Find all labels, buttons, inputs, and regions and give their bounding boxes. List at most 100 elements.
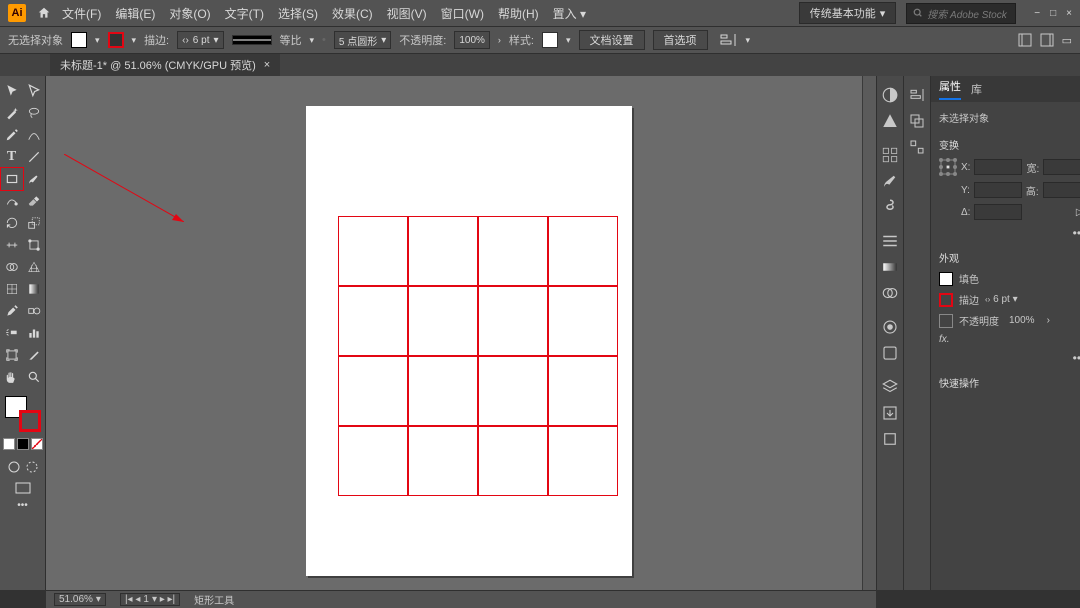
color-mode-gradient-icon[interactable] — [17, 438, 29, 450]
align-panel-icon[interactable] — [904, 82, 930, 108]
symbol-sprayer-tool-icon[interactable] — [1, 322, 23, 344]
menu-help[interactable]: 帮助(H) — [498, 5, 539, 22]
search-input[interactable]: 搜索 Adobe Stock — [906, 3, 1016, 24]
align-icon[interactable] — [720, 33, 738, 47]
color-mode-color-icon[interactable] — [3, 438, 15, 450]
fill-swatch[interactable] — [71, 32, 87, 48]
menu-file[interactable]: 文件(F) — [62, 5, 101, 22]
appearance-more-icon[interactable]: ••• — [1073, 351, 1080, 365]
menu-edit[interactable]: 编辑(E) — [115, 5, 155, 22]
appearance-fill-swatch[interactable] — [939, 272, 953, 286]
angle-input[interactable] — [974, 204, 1022, 220]
appearance-stroke-input[interactable]: ‹› 6 pt ▾ — [985, 294, 1039, 305]
eyedropper-tool-icon[interactable] — [1, 300, 23, 322]
brushes-panel-icon[interactable] — [877, 168, 903, 194]
h-input[interactable] — [1043, 182, 1080, 198]
symbols-panel-icon[interactable] — [877, 194, 903, 220]
color-guide-panel-icon[interactable] — [877, 108, 903, 134]
color-mode-none-icon[interactable] — [31, 438, 43, 450]
magic-wand-tool-icon[interactable] — [1, 102, 23, 124]
width-tool-icon[interactable] — [1, 234, 23, 256]
shape-builder-tool-icon[interactable] — [1, 256, 23, 278]
close-icon[interactable]: × — [1066, 8, 1072, 19]
fill-stroke-swatch[interactable] — [5, 396, 41, 432]
red-grid-artwork[interactable] — [338, 216, 618, 496]
x-input[interactable] — [974, 159, 1022, 175]
menu-window[interactable]: 窗口(W) — [441, 5, 484, 22]
free-transform-tool-icon[interactable] — [23, 234, 45, 256]
draw-normal-icon[interactable] — [7, 460, 21, 474]
chevron-right-icon[interactable]: › — [1047, 315, 1050, 326]
options-menu-icon[interactable]: ▭ — [1062, 34, 1072, 47]
stepper-icon[interactable]: ‹› — [182, 35, 189, 46]
corner-profile-input[interactable]: 5 点圆形▾ — [334, 31, 391, 49]
hand-tool-icon[interactable] — [1, 366, 23, 388]
chevron-down-icon[interactable]: ▾ — [566, 35, 571, 46]
stroke-profile-preview[interactable] — [232, 35, 272, 45]
appearance-opacity-swatch[interactable] — [939, 314, 953, 328]
home-icon[interactable] — [36, 5, 52, 21]
blend-tool-icon[interactable] — [23, 300, 45, 322]
chevron-down-icon[interactable]: ▾ — [746, 35, 751, 46]
menu-select[interactable]: 选择(S) — [278, 5, 318, 22]
line-segment-tool-icon[interactable] — [23, 146, 45, 168]
slice-tool-icon[interactable] — [23, 344, 45, 366]
flip-h-icon[interactable]: ▷◁ — [1076, 207, 1080, 218]
chevron-down-icon[interactable]: ▾ — [310, 35, 315, 46]
maximize-icon[interactable]: □ — [1050, 8, 1056, 19]
tab-libraries[interactable]: 库 — [971, 81, 982, 97]
column-graph-tool-icon[interactable] — [23, 322, 45, 344]
screen-mode-icon[interactable] — [15, 482, 31, 494]
tab-close-icon[interactable]: × — [264, 59, 270, 71]
asset-export-panel-icon[interactable] — [877, 400, 903, 426]
tab-properties[interactable]: 属性 — [939, 78, 961, 100]
menu-object[interactable]: 对象(O) — [169, 5, 210, 22]
selection-tool-icon[interactable] — [1, 80, 23, 102]
direct-selection-tool-icon[interactable] — [23, 80, 45, 102]
y-input[interactable] — [974, 182, 1022, 198]
perspective-grid-tool-icon[interactable] — [23, 256, 45, 278]
draw-behind-icon[interactable] — [25, 460, 39, 474]
rotate-tool-icon[interactable] — [1, 212, 23, 234]
color-panel-icon[interactable] — [877, 82, 903, 108]
gradient-panel-icon[interactable] — [877, 254, 903, 280]
transform-more-icon[interactable]: ••• — [1073, 226, 1080, 240]
minimize-icon[interactable]: − — [1034, 8, 1040, 19]
type-tool-icon[interactable]: T — [1, 146, 23, 168]
chevron-down-icon[interactable]: ▾ — [213, 35, 218, 46]
reference-point-icon[interactable] — [939, 158, 957, 176]
zoom-tool-icon[interactable] — [23, 366, 45, 388]
menu-text[interactable]: 文字(T) — [225, 5, 264, 22]
pathfinder-panel-icon[interactable] — [904, 108, 930, 134]
menu-arrange[interactable]: 置入 ▾ — [553, 5, 586, 22]
scale-tool-icon[interactable] — [23, 212, 45, 234]
eraser-tool-icon[interactable] — [23, 190, 45, 212]
chevron-down-icon[interactable]: ▾ — [381, 35, 386, 46]
preferences-button[interactable]: 首选项 — [653, 30, 708, 50]
graphic-styles-panel-icon[interactable] — [877, 340, 903, 366]
chevron-down-icon[interactable]: ▾ — [95, 35, 100, 46]
document-setup-button[interactable]: 文档设置 — [579, 30, 645, 50]
mesh-tool-icon[interactable] — [1, 278, 23, 300]
layers-panel-icon[interactable] — [877, 374, 903, 400]
transform-panel-icon[interactable] — [904, 134, 930, 160]
lasso-tool-icon[interactable] — [23, 102, 45, 124]
appearance-stroke-swatch[interactable] — [939, 293, 953, 307]
artboards-panel-icon[interactable] — [877, 426, 903, 452]
zoom-level-input[interactable]: 51.06%▾ — [54, 593, 106, 606]
graphic-style-swatch[interactable] — [542, 32, 558, 48]
stroke-weight-input[interactable]: ‹›6 pt▾ — [177, 31, 223, 49]
w-input[interactable] — [1043, 159, 1080, 175]
appearance-panel-icon[interactable] — [877, 314, 903, 340]
workspace-dropdown[interactable]: 传统基本功能▾ — [799, 2, 897, 24]
stroke-panel-icon[interactable] — [877, 228, 903, 254]
opacity-input[interactable]: 100% — [454, 31, 490, 49]
curvature-tool-icon[interactable] — [23, 124, 45, 146]
pen-tool-icon[interactable] — [1, 124, 23, 146]
document-tab[interactable]: 未标题-1* @ 51.06% (CMYK/GPU 预览) × — [50, 54, 280, 76]
panel-toggle-icon[interactable] — [1018, 33, 1032, 47]
edit-toolbar-icon[interactable]: ••• — [17, 500, 28, 511]
chevron-right-icon[interactable]: › — [498, 35, 501, 45]
shaper-tool-icon[interactable] — [1, 190, 23, 212]
chevron-down-icon[interactable]: ▾ — [132, 35, 137, 46]
